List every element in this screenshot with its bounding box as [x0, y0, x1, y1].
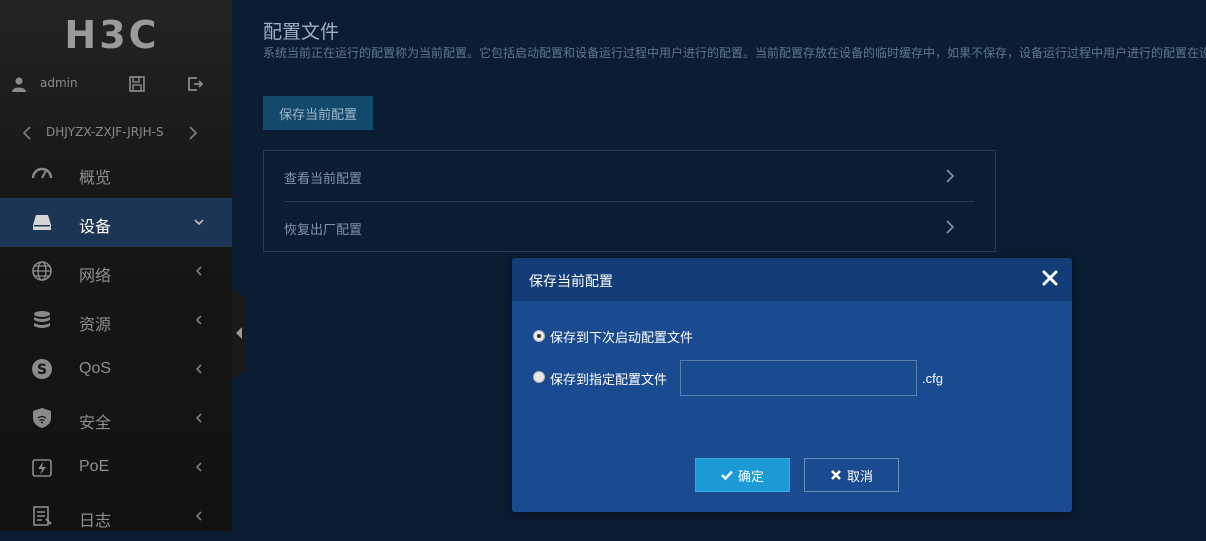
svg-text:S: S: [37, 362, 47, 378]
cancel-button-label: 取消: [846, 468, 873, 484]
sidebar-item-label: 网络: [79, 268, 112, 285]
globe-icon: [32, 261, 52, 281]
sidebar-item-label: 安全: [79, 415, 112, 432]
close-icon: [831, 470, 841, 480]
chevron-left-icon[interactable]: [20, 124, 34, 142]
sidebar-item-security[interactable]: 安全: [0, 394, 232, 443]
sidebar-item-label: 资源: [79, 317, 112, 334]
sidebar-item-overview[interactable]: 概览: [0, 149, 232, 198]
page-description: 系统当前正在运行的配置称为当前配置。它包括启动配置和设备运行过程中用户进行的配置…: [263, 46, 1206, 60]
sidebar: H3C admin DHJYZX-ZXJF-JRJH-S 概览 设备 网络 资源…: [0, 0, 232, 531]
ok-button-label: 确定: [737, 468, 764, 484]
sidebar-item-label: 概览: [79, 170, 112, 187]
chevron-left-icon: [195, 462, 202, 472]
save-config-dialog: 保存当前配置 保存到下次启动配置文件 保存到指定配置文件 .cfg 确定 取消: [512, 258, 1072, 512]
chevron-left-icon: [195, 315, 202, 325]
restore-factory-config-row[interactable]: 恢复出厂配置: [264, 202, 995, 252]
sidebar-item-label: 日志: [79, 513, 112, 530]
log-icon: [33, 506, 52, 526]
user-icon: [12, 77, 26, 92]
file-extension: .cfg: [922, 371, 943, 386]
chevron-left-icon: [195, 413, 202, 423]
chevron-right-icon: [946, 220, 955, 234]
sidebar-item-poe[interactable]: PoE: [0, 443, 232, 492]
check-icon: [721, 470, 733, 481]
radio-specified-file[interactable]: [533, 371, 545, 383]
restore-factory-config-label: 恢复出厂配置: [284, 222, 363, 237]
view-current-config-label: 查看当前配置: [284, 171, 363, 186]
qos-icon: S: [32, 359, 52, 379]
device-switcher: DHJYZX-ZXJF-JRJH-S: [0, 120, 232, 146]
logout-icon[interactable]: [186, 75, 204, 93]
device-icon: [33, 215, 51, 230]
radio-next-startup-label[interactable]: 保存到下次启动配置文件: [550, 327, 693, 346]
shield-icon: [33, 408, 51, 428]
sidebar-item-label: QoS: [79, 360, 112, 377]
save-current-config-button[interactable]: 保存当前配置: [263, 96, 373, 130]
ok-button[interactable]: 确定: [695, 458, 790, 492]
view-current-config-row[interactable]: 查看当前配置: [264, 151, 995, 201]
dialog-header: 保存当前配置: [512, 258, 1072, 301]
sidebar-item-label: PoE: [79, 458, 110, 475]
dialog-title: 保存当前配置: [529, 273, 613, 289]
user-bar: admin: [0, 66, 232, 102]
chevron-right-icon: [946, 169, 955, 183]
page-title: 配置文件: [263, 22, 340, 43]
sidebar-item-resource[interactable]: 资源: [0, 296, 232, 345]
radio-specified-file-label[interactable]: 保存到指定配置文件: [550, 369, 667, 388]
sidebar-item-label: 设备: [79, 219, 112, 236]
dashboard-icon: [31, 167, 53, 179]
chevron-left-icon: [195, 364, 202, 374]
user-name: admin: [40, 76, 78, 90]
database-icon: [34, 311, 50, 328]
chevron-down-icon: [194, 219, 204, 226]
cancel-button[interactable]: 取消: [804, 458, 899, 492]
sidebar-item-device[interactable]: 设备: [0, 198, 232, 247]
config-filename-input[interactable]: [680, 360, 917, 396]
close-icon[interactable]: [1042, 270, 1058, 286]
h3c-logo: H3C: [64, 13, 160, 57]
sidebar-item-log[interactable]: 日志: [0, 492, 232, 541]
save-icon[interactable]: [128, 75, 146, 93]
chevron-left-icon: [195, 266, 202, 276]
chevron-right-icon[interactable]: [186, 124, 200, 142]
device-name: DHJYZX-ZXJF-JRJH-S: [46, 125, 164, 139]
poe-icon: [32, 459, 52, 477]
config-actions-panel: 查看当前配置 恢复出厂配置: [263, 150, 996, 252]
sidebar-item-qos[interactable]: S QoS: [0, 345, 232, 394]
sidebar-item-network[interactable]: 网络: [0, 247, 232, 296]
radio-next-startup[interactable]: [533, 330, 545, 342]
chevron-left-icon: [195, 511, 202, 521]
